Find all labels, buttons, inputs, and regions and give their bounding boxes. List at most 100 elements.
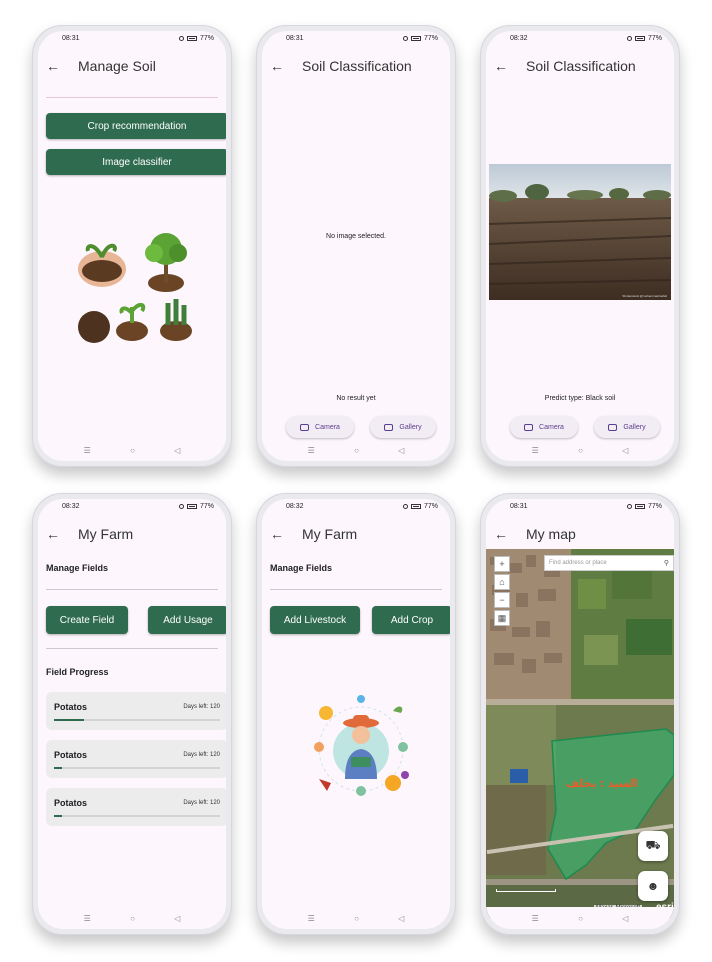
recents-icon[interactable]: ☰ [532,914,539,923]
satellite-map[interactable]: السيد : يخلف [486,549,674,919]
battery-icon [634,503,645,509]
back-nav-icon[interactable]: ◁ [622,914,628,923]
crop-recommendation-button[interactable]: Crop recommendation [46,113,226,139]
no-image-text: No image selected. [326,233,386,240]
home-icon[interactable]: ○ [354,446,359,455]
farmer-illustration [314,695,409,796]
back-arrow-icon[interactable]: ← [46,58,70,74]
battery-level: 77% [423,34,438,42]
progress-track [54,815,220,817]
page-title: Manage Soil [78,58,156,74]
back-arrow-icon[interactable]: ← [270,526,294,542]
camera-label: Camera [539,423,564,431]
progress-fill [54,767,63,769]
page-title: My Farm [78,526,134,542]
system-nav-bar: ☰ ○ ◁ [38,907,226,929]
home-icon[interactable]: ○ [130,446,135,455]
gallery-label: Gallery [399,423,422,431]
zoom-out-button[interactable]: − [494,592,510,608]
gallery-button[interactable]: Gallery [594,416,660,438]
result-text: No result yet [336,395,376,402]
add-usage-button[interactable]: Add Usage [148,606,226,634]
battery-icon [410,503,421,509]
battery-icon [410,35,421,41]
camera-icon [524,423,534,431]
result-text: Predict type: Black soil [544,395,616,402]
phone-my-farm-livestock: 08:32 77% ← My Farm Manage Fields Add Li… [256,493,456,935]
camera-button[interactable]: Camera [286,416,354,438]
system-nav-bar: ☰ ○ ◁ [486,439,674,461]
system-nav-bar: ☰ ○ ◁ [262,907,450,929]
battery-icon [634,35,645,41]
manage-fields-heading: Manage Fields [46,563,109,573]
manage-fields-heading: Manage Fields [270,563,333,573]
search-icon[interactable]: ⚲ [664,559,669,567]
battery-level: 77% [423,502,438,510]
gallery-label: Gallery [623,423,646,431]
status-time: 08:32 [510,34,528,42]
recents-icon[interactable]: ☰ [308,446,315,455]
qr-scan-icon[interactable]: ▦ [494,610,510,626]
home-map-button[interactable]: ⌂ [494,574,510,590]
home-icon[interactable]: ○ [354,914,359,923]
farmer-fab-icon[interactable]: ☻ [638,871,668,901]
days-left: Days left: 120 [183,800,220,806]
battery-icon [186,35,197,41]
back-nav-icon[interactable]: ◁ [398,446,404,455]
map-search-box[interactable]: Find address or place ⚲ [544,555,674,571]
gallery-button[interactable]: Gallery [370,416,436,438]
wifi-icon [626,503,632,509]
field-name: Potatos [54,798,88,808]
battery-level: 77% [647,34,662,42]
divider [270,589,442,590]
camera-label: Camera [315,423,340,431]
battery-icon [186,503,197,509]
page-title: My Farm [302,526,358,542]
recents-icon[interactable]: ☰ [84,446,91,455]
battery-level: 77% [199,502,214,510]
home-icon[interactable]: ○ [578,446,583,455]
app-bar: ← My Farm [262,517,450,551]
system-nav-bar: ☰ ○ ◁ [38,439,226,461]
back-arrow-icon[interactable]: ← [494,58,518,74]
wifi-icon [178,35,184,41]
status-bar: 08:32 77% [38,499,226,513]
back-nav-icon[interactable]: ◁ [174,914,180,923]
create-field-button[interactable]: Create Field [46,606,128,634]
camera-button[interactable]: Camera [510,416,578,438]
app-bar: ← Soil Classification [262,49,450,83]
back-nav-icon[interactable]: ◁ [398,914,404,923]
back-nav-icon[interactable]: ◁ [622,446,628,455]
tractor-fab-icon[interactable]: ⛟ [638,831,668,861]
screen: 08:31 77% ← Soil Classification No image… [262,31,450,461]
wifi-icon [178,503,184,509]
image-classifier-button[interactable]: Image classifier [46,149,226,175]
status-bar: 08:31 77% [38,31,226,45]
home-icon[interactable]: ○ [130,914,135,923]
divider [46,589,218,590]
field-name: Potatos [54,702,88,712]
field-card[interactable]: Potatos Days left: 120 [46,788,226,826]
status-bar: 08:31 77% [486,499,674,513]
app-bar: ← My Farm [38,517,226,551]
system-nav-bar: ☰ ○ ◁ [486,907,674,929]
field-card[interactable]: Potatos Days left: 120 [46,692,226,730]
photo-watermark: Shutterstock @mohammadmahdi [622,294,667,298]
zoom-in-button[interactable]: + [494,556,510,572]
back-nav-icon[interactable]: ◁ [174,446,180,455]
back-arrow-icon[interactable]: ← [494,526,518,542]
battery-level: 77% [199,34,214,42]
divider [46,97,218,98]
soil-photo: Shutterstock @mohammadmahdi [489,164,671,300]
soil-plants-illustration [78,233,192,343]
recents-icon[interactable]: ☰ [84,914,91,923]
back-arrow-icon[interactable]: ← [270,58,294,74]
recents-icon[interactable]: ☰ [532,446,539,455]
add-crop-button[interactable]: Add Crop [372,606,450,634]
field-card[interactable]: Potatos Days left: 120 [46,740,226,778]
home-icon[interactable]: ○ [578,914,583,923]
recents-icon[interactable]: ☰ [308,914,315,923]
field-owner-label: السيد : يخلف [566,777,638,790]
add-livestock-button[interactable]: Add Livestock [270,606,360,634]
back-arrow-icon[interactable]: ← [46,526,70,542]
